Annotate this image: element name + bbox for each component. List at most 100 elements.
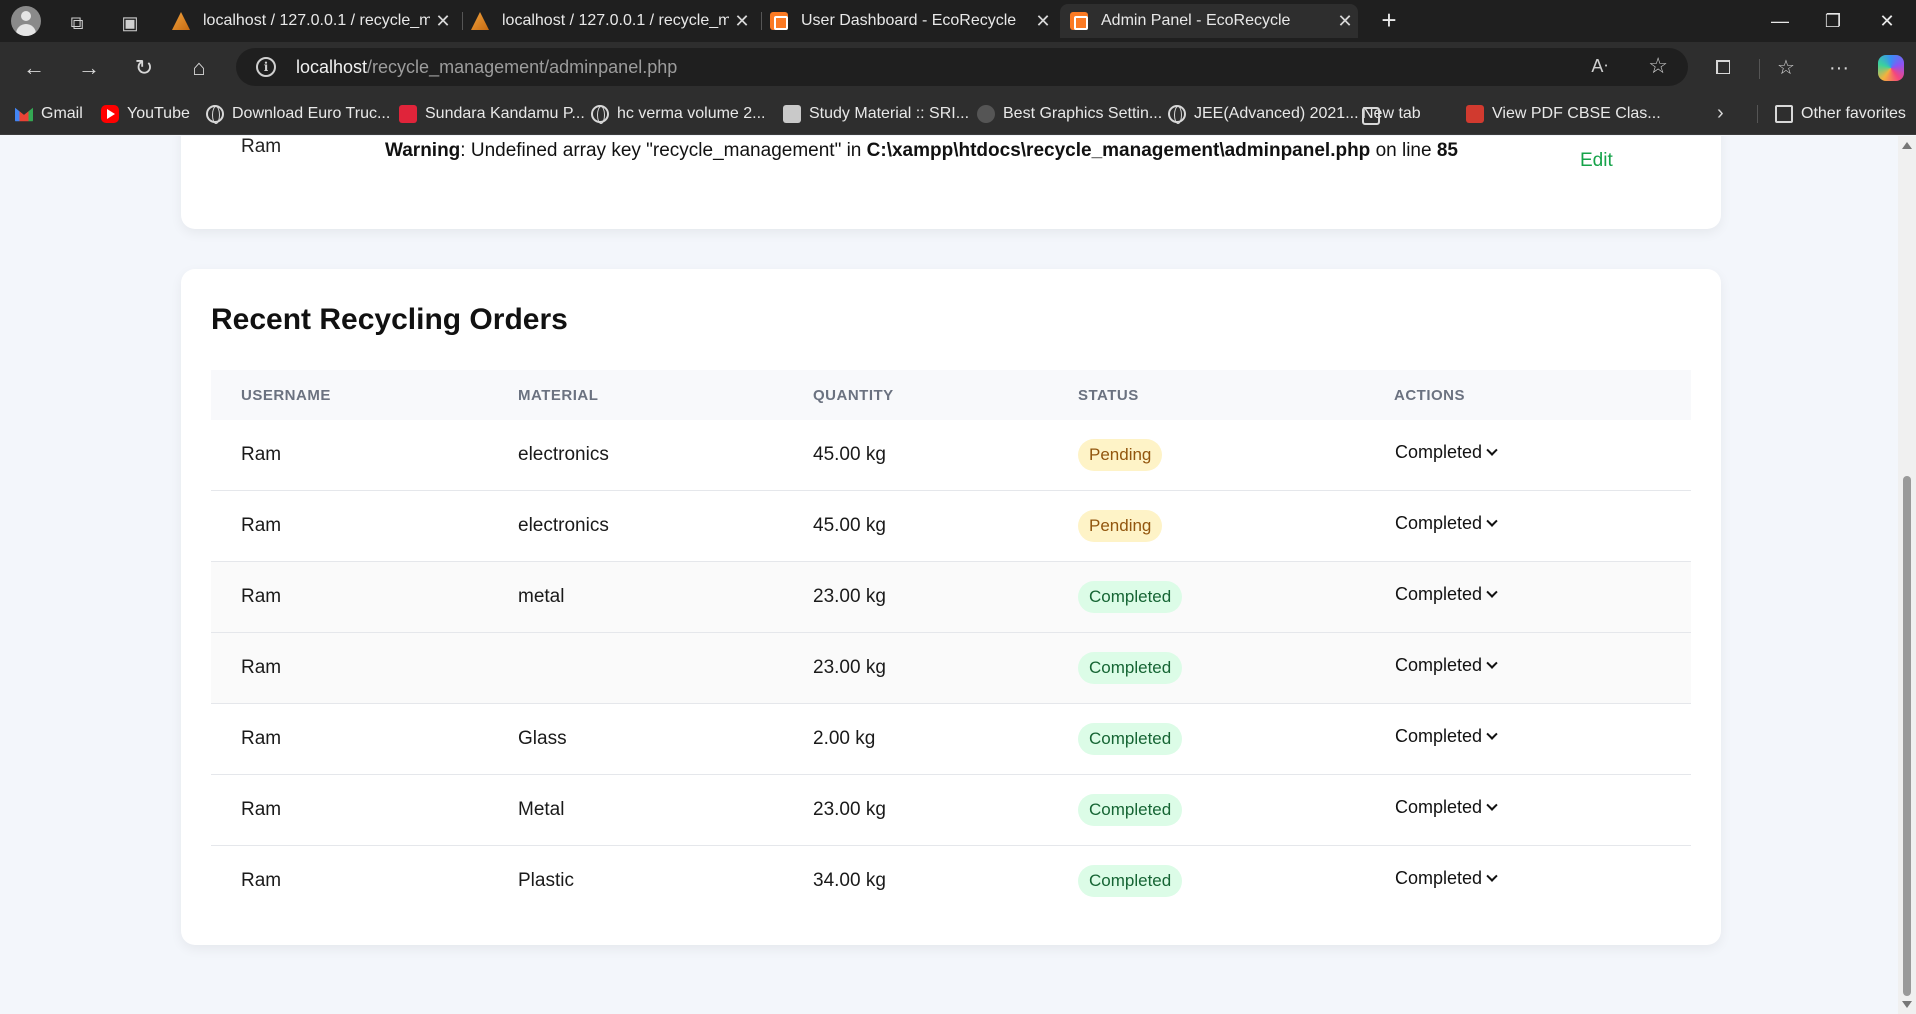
bookmark-label: Download Euro Truc... [232,105,391,122]
folder-icon [1775,105,1793,123]
scroll-thumb[interactable] [1903,476,1911,996]
bookmark-youtube[interactable]: YouTube [101,103,190,125]
tab-admin-panel[interactable]: Admin Panel - EcoRecycle ✕ [1060,4,1358,38]
status-select[interactable]: Completed [1395,442,1498,463]
orders-table: USERNAME MATERIAL QUANTITY STATUS ACTION… [211,370,1691,917]
bookmark-label: Gmail [41,105,83,122]
column-header-actions: ACTIONS [1394,387,1465,404]
users-table-card: Ram Warning: Undefined array key "recycl… [181,136,1721,229]
close-icon[interactable]: ✕ [1030,11,1056,32]
quantity-cell: 23.00 kg [813,586,886,607]
username-cell: Ram [241,728,282,749]
close-icon[interactable]: ✕ [430,11,456,32]
material-cell: electronics [518,444,609,465]
back-button[interactable]: ← [16,50,52,86]
site-icon [977,105,995,123]
phpmyadmin-icon [471,12,489,30]
minimize-button[interactable]: — [1751,4,1809,38]
url-text[interactable]: localhost/recycle_management/adminpanel.… [296,57,677,78]
table-row: Ram Plastic 34.00 kg Completed Completed [211,846,1691,917]
bookmark-label: Best Graphics Settin... [1003,105,1163,122]
material-cell: electronics [518,515,609,536]
warning-text: : Undefined array key "recycle_managemen… [460,140,867,161]
bookmark-label: JEE(Advanced) 2021... [1194,105,1359,122]
tab-user-dashboard[interactable]: User Dashboard - EcoRecycle ✕ [760,4,1056,38]
bookmark-label: Sundara Kandamu P... [425,105,585,122]
username-cell: Ram [241,444,282,465]
bookmark-sundara-kandamu[interactable]: Sundara Kandamu P... [399,103,585,125]
status-badge: Completed [1078,794,1183,826]
url-host: localhost [296,57,368,77]
close-window-button[interactable]: ✕ [1858,4,1916,38]
tab-title: localhost / 127.0.0.1 / recycle_manageme… [203,12,430,29]
chevron-right-icon[interactable]: › [1717,102,1724,125]
favorite-star-icon[interactable]: ☆ [1648,53,1668,79]
edit-user-link[interactable]: Edit [1580,150,1613,172]
gmail-icon [15,107,33,122]
refresh-button[interactable]: ↻ [126,50,162,86]
bookmark-graphics-settings[interactable]: Best Graphics Settin... [977,103,1162,125]
bookmark-study-material[interactable]: Study Material :: SRI... [783,103,969,125]
chevron-down-icon [1486,657,1498,669]
close-icon[interactable]: ✕ [729,11,755,32]
quantity-cell: 45.00 kg [813,515,886,536]
quantity-cell: 23.00 kg [813,799,886,820]
username-cell: Ram [241,515,282,536]
table-row: Ram Metal 23.00 kg Completed Completed [211,775,1691,846]
new-tab-button[interactable]: + [1374,6,1404,36]
bookmark-euro-truck[interactable]: Download Euro Truc... [206,103,390,125]
favorites-icon[interactable]: ☆ [1768,50,1804,86]
copilot-icon[interactable] [1878,55,1904,81]
doc-icon [783,105,801,123]
table-row: Ram electronics 45.00 kg Pending Completed [211,491,1691,562]
warning-label: Warning [385,140,461,161]
bookmark-gmail[interactable]: Gmail [15,103,83,125]
read-aloud-icon[interactable]: Aᐧ [1591,56,1608,77]
vertical-scrollbar[interactable] [1898,136,1916,1014]
user-name-cell: Ram [241,136,282,157]
other-favorites[interactable]: Other favorites [1775,103,1906,125]
extensions-icon[interactable]: ⧠ [1705,50,1741,86]
status-select[interactable]: Completed [1395,868,1498,889]
address-bar[interactable]: i localhost/recycle_management/adminpane… [236,48,1688,86]
chevron-down-icon [1486,799,1498,811]
phpmyadmin-icon [172,12,190,30]
forward-button[interactable]: → [71,50,107,86]
status-select[interactable]: Completed [1395,584,1498,605]
chevron-down-icon [1486,444,1498,456]
status-select[interactable]: Completed [1395,655,1498,676]
profile-avatar-icon[interactable] [11,6,41,36]
scroll-down-icon[interactable] [1902,1001,1912,1008]
more-menu-icon[interactable]: ··· [1821,50,1857,86]
username-cell: Ram [241,657,282,678]
bookmark-cbse-pdf[interactable]: View PDF CBSE Clas... [1466,103,1661,125]
vertical-tabs-icon[interactable]: ▣ [115,8,145,38]
tab-phpmyadmin-2[interactable]: localhost / 127.0.0.1 / recycle_manageme… [461,4,755,38]
tab-title: localhost / 127.0.0.1 / recycle_manageme… [502,12,729,29]
site-info-icon[interactable]: i [256,57,276,77]
xampp-icon [770,12,788,30]
workspaces-icon[interactable]: ⧉ [62,8,92,38]
warning-on-line: on line [1370,140,1437,161]
status-select[interactable]: Completed [1395,726,1498,747]
home-button[interactable]: ⌂ [181,50,217,86]
restore-button[interactable]: ❐ [1804,4,1862,38]
material-cell: Plastic [518,870,574,891]
youtube-icon [101,105,119,123]
tab-phpmyadmin-1[interactable]: localhost / 127.0.0.1 / recycle_manageme… [162,4,456,38]
scroll-up-icon[interactable] [1902,142,1912,149]
site-icon [399,105,417,123]
status-select[interactable]: Completed [1395,513,1498,534]
status-badge: Pending [1078,439,1163,471]
username-cell: Ram [241,870,282,891]
warning-line-number: 85 [1436,140,1458,161]
username-cell: Ram [241,799,282,820]
bookmark-jee-advanced[interactable]: JEE(Advanced) 2021... [1168,103,1359,125]
chevron-down-icon [1486,870,1498,882]
quantity-cell: 23.00 kg [813,657,886,678]
quantity-cell: 2.00 kg [813,728,876,749]
bookmark-new-tab[interactable]: New tab [1362,103,1421,125]
bookmark-hc-verma[interactable]: hc verma volume 2... [591,103,766,125]
close-icon[interactable]: ✕ [1332,11,1358,32]
status-select[interactable]: Completed [1395,797,1498,818]
